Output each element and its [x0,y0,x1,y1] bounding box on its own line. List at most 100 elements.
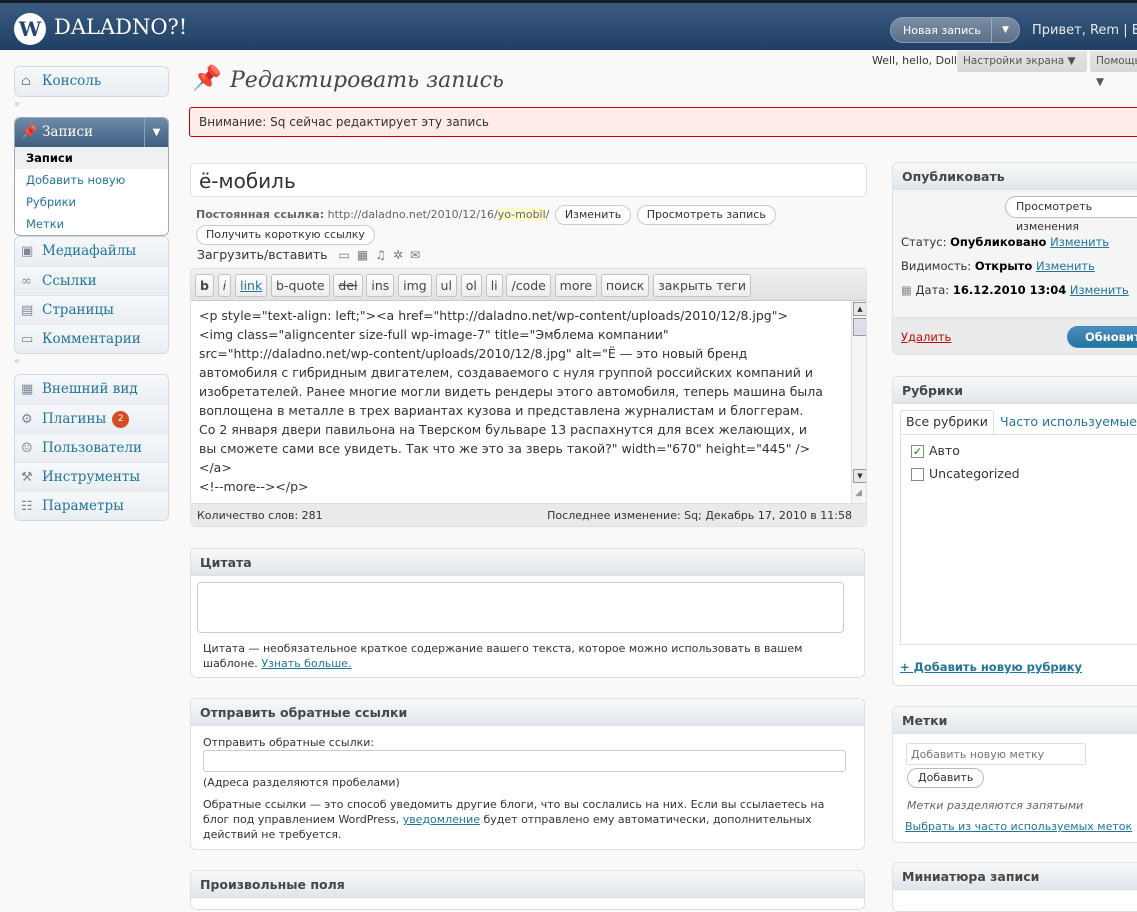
scroll-down-icon[interactable]: ▼ [853,469,866,483]
visibility-value: Открыто [974,259,1033,273]
qt-img-button[interactable]: img [398,274,432,297]
trackbacks-title[interactable]: Отправить обратные ссылки [191,699,864,726]
new-post-label[interactable]: Новая запись [903,24,981,37]
trackbacks-hint: (Адреса разделяются пробелами) [203,776,400,789]
audio-upload-icon[interactable]: ♫ [375,248,386,262]
image-upload-icon[interactable]: ▭ [339,248,350,262]
sidebar-item-label: Параметры [42,498,124,514]
help-button[interactable]: Помощь ▼ [1090,51,1137,88]
sidebar-item-users[interactable]: ☺ Пользователи [15,433,168,462]
status-row: Статус: Опубликовано Изменить [901,235,1109,249]
sidebar-item-media[interactable]: ▣ Медиафайлы [15,237,168,266]
add-category-link[interactable]: + Добавить новую рубрику [900,660,1082,674]
preview-changes-button[interactable]: Просмотреть изменения [1005,196,1137,233]
category-checkbox-auto[interactable]: ✓ [911,445,924,458]
submenu-item-categories[interactable]: Рубрики [15,191,168,213]
upload-insert-row: Загрузить/вставить ▭ ▦ ♫ ✲ ✉ [197,247,420,262]
category-label[interactable]: Uncategorized [929,466,1020,481]
sidebar-item-label: Комментарии [42,331,141,347]
qt-code-button[interactable]: /code [506,274,551,297]
update-button[interactable]: Обновить [1067,326,1137,348]
edit-visibility-link[interactable]: Изменить [1036,259,1095,273]
edit-post-icon: 📌 [192,64,222,92]
categories-title[interactable]: Рубрики [893,377,1137,404]
add-tag-button[interactable]: Добавить [907,768,985,788]
chevron-down-icon[interactable]: ▼ [144,118,168,147]
submenu-item-posts[interactable]: Записи [15,147,168,169]
qt-li-button[interactable]: li [485,274,503,297]
users-icon: ☺ [21,441,33,456]
new-post-favorite-button[interactable]: Новая запись ▼ [890,17,1020,43]
chevron-down-icon[interactable]: ▼ [991,18,1019,42]
sidebar-item-settings[interactable]: ☷ Параметры [15,491,168,520]
edit-status-link[interactable]: Изменить [1050,235,1109,249]
qt-ul-button[interactable]: ul [435,274,457,297]
tags-title[interactable]: Метки [893,707,1137,734]
media-upload-icon[interactable]: ✲ [393,248,403,262]
qt-more-button[interactable]: more [554,274,598,297]
visibility-row: Видимость: Открыто Изменить [901,259,1095,273]
sidebar-item-pages[interactable]: ▤ Страницы [15,295,168,324]
tab-all-categories[interactable]: Все рубрики [900,410,994,434]
qt-blockquote-button[interactable]: b-quote [271,274,330,297]
screen-options-button[interactable]: Настройки экрана ▼ [957,51,1087,72]
qt-italic-button[interactable]: i [217,274,232,297]
site-title[interactable]: DALADNO?! [54,15,187,39]
editor-status-bar: Количество слов: 281 Последнее изменение… [191,503,866,526]
excerpt-box: Цитата Цитата — необязательное краткое с… [190,548,865,678]
featured-image-title[interactable]: Миниатюра записи [893,863,1137,890]
resize-handle-icon[interactable]: ◢ [855,488,862,498]
get-shortlink-button[interactable]: Получить короткую ссылку [196,225,375,245]
qt-ol-button[interactable]: ol [460,274,482,297]
trackbacks-input[interactable] [203,750,846,772]
excerpt-title[interactable]: Цитата [191,549,864,576]
category-checkbox-uncategorized[interactable] [911,468,924,481]
sidebar-item-posts[interactable]: 📌 Записи ▼ [15,118,168,147]
editor-scrollbar[interactable]: ▲ ▼ ◢ [851,301,866,503]
qt-link-button[interactable]: link [235,274,268,297]
page-title: Редактировать запись [230,68,504,93]
edit-date-link[interactable]: Изменить [1070,283,1129,297]
date-label: Дата: [915,283,950,297]
qt-search-button[interactable]: поиск [600,274,650,297]
pages-icon: ▤ [21,303,34,318]
submenu-item-add-new[interactable]: Добавить новую [15,169,168,191]
submenu-item-tags[interactable]: Метки [15,213,168,235]
wordpress-logo-icon[interactable]: W [14,13,46,45]
delete-link[interactable]: Удалить [901,330,951,344]
pingback-link[interactable]: уведомление [403,813,480,826]
edit-permalink-button[interactable]: Изменить [554,205,632,225]
post-title-input[interactable]: ё-мобиль [190,163,867,197]
gallery-upload-icon[interactable]: ✉ [410,248,420,262]
view-post-button[interactable]: Просмотреть запись [636,205,776,225]
category-label[interactable]: Авто [929,443,960,458]
scroll-up-icon[interactable]: ▲ [853,302,866,316]
new-tag-input[interactable] [906,743,1086,765]
sidebar-item-links[interactable]: ∞ Ссылки [15,266,168,295]
sidebar-item-appearance[interactable]: ▦ Внешний вид [15,375,168,404]
tab-popular-categories[interactable]: Часто используемые [1000,411,1137,435]
content-textarea[interactable]: <p style="text-align: left;"><a href="ht… [191,301,851,503]
permalink-url[interactable]: http://daladno.net/2010/12/16/ [328,208,498,221]
permalink-slug[interactable]: yo-mobil [497,208,546,221]
qt-bold-button[interactable]: b [195,274,214,297]
sidebar-item-plugins[interactable]: ⚙ Плагины 2 [15,404,168,433]
user-greeting[interactable]: Привет, Rem | Вы [1032,23,1137,38]
publish-title[interactable]: Опубликовать [893,163,1137,190]
tools-icon: ⚒ [21,470,33,485]
menu-separator-icon[interactable]: « [14,356,20,367]
learn-more-link[interactable]: Узнать больше. [261,657,351,670]
qt-ins-button[interactable]: ins [366,274,395,297]
scroll-thumb[interactable] [853,318,866,336]
choose-popular-tags-link[interactable]: Выбрать из часто используемых меток [905,819,1132,834]
tags-hint: Метки разделяются запятыми [907,799,1084,812]
sidebar-item-console[interactable]: ⌂ Консоль [15,67,168,96]
excerpt-textarea[interactable] [197,582,844,633]
qt-close-tags-button[interactable]: закрыть теги [653,274,752,297]
custom-fields-title[interactable]: Произвольные поля [191,871,864,898]
menu-separator-icon[interactable]: « [14,99,20,110]
sidebar-item-tools[interactable]: ⚒ Инструменты [15,462,168,491]
video-upload-icon[interactable]: ▦ [357,248,368,262]
qt-del-button[interactable]: del [333,274,363,297]
sidebar-item-comments[interactable]: ▭ Комментарии [15,324,168,353]
